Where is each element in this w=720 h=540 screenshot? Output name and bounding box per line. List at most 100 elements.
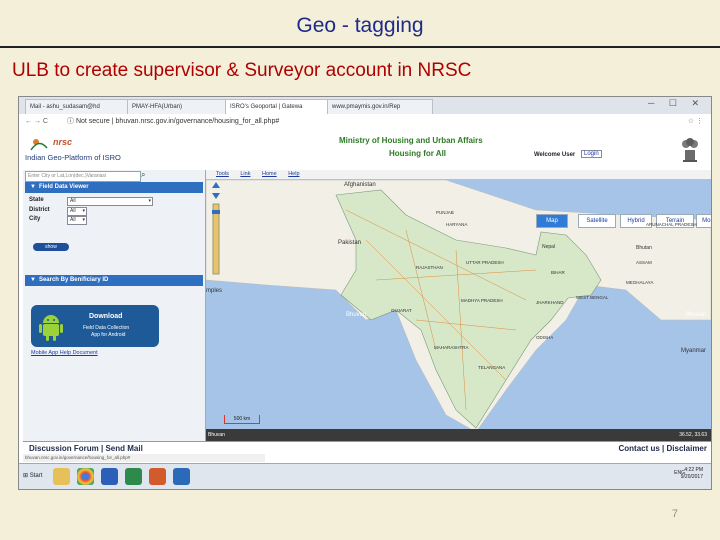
browser-tab[interactable]: ISRO's Geoportal | Gatewa	[225, 99, 331, 115]
map-zoom-control[interactable]	[210, 180, 222, 280]
title-rule	[0, 46, 720, 48]
chevron-down-icon: ▾	[82, 208, 85, 214]
location-search-input[interactable]: Enter City or Lat,Lon(dec.)Varanasi	[25, 171, 141, 182]
map-label: Afghanistan	[344, 182, 376, 188]
map-label: ODISHA	[536, 335, 554, 340]
map-label: MADHYA PRADESH	[461, 298, 503, 303]
link-link[interactable]: Link	[240, 171, 250, 177]
beneficiary-search-header[interactable]: ▼ Search By Benificiary ID	[25, 275, 203, 286]
discussion-links[interactable]: Discussion Forum | Send Mail	[29, 444, 143, 453]
map-type-satellite[interactable]: Satellite	[578, 214, 616, 228]
map-area[interactable]: Tools Link Home Help Map Satellite Hybri…	[206, 170, 711, 441]
login-button[interactable]: Login	[581, 150, 602, 158]
program-title: Housing for All	[389, 149, 447, 158]
section-title: Search By Benificiary ID	[38, 277, 109, 283]
browser-screenshot: Mail - ashu_sudasam@hd PMAY-HFA(Urban) I…	[18, 96, 712, 490]
map-label: WEST BENGAL	[576, 295, 609, 300]
map-label: Myanmar	[681, 348, 707, 354]
map-label: ARUNACHAL PRADESH	[646, 222, 697, 227]
bookmark-star-icon[interactable]: ☆ ⋮	[688, 114, 703, 130]
excel-icon[interactable]	[125, 468, 142, 485]
show-button[interactable]: show	[33, 243, 69, 251]
powerpoint-icon[interactable]	[149, 468, 166, 485]
download-subtitle-1: Field Data Collection	[83, 325, 130, 331]
tab-bar: Mail - ashu_sudasam@hd PMAY-HFA(Urban) I…	[19, 97, 711, 115]
url-value: bhuvan.nrsc.gov.in/governance/housing_fo…	[115, 118, 280, 125]
slide-page-number: 7	[671, 508, 678, 520]
tab-label: PMAY-HFA(Urban)	[132, 104, 183, 110]
download-app-card[interactable]: Download Field Data Collection App for A…	[31, 305, 159, 347]
clock-time: 4:22 PM	[684, 467, 703, 473]
map-label: HARYANA	[446, 222, 468, 227]
map-label: GUJARAT	[391, 308, 412, 313]
android-icon	[39, 315, 63, 341]
map-label: PUNJAB	[436, 210, 454, 215]
collapse-arrow-icon: ▼	[30, 277, 36, 283]
browser-tab[interactable]: PMAY-HFA(Urban)	[127, 99, 229, 115]
map-watermark: Bhuvan	[686, 312, 707, 318]
map-label: JHARKHAND	[536, 300, 564, 305]
nav-arrows-icon[interactable]: ← → C	[25, 114, 48, 130]
city-select[interactable]: All ▾	[67, 216, 87, 225]
section-title: Field Data Viewer	[38, 184, 89, 190]
map-label: MEGHALAYA	[626, 280, 654, 285]
window-controls[interactable]: ─ ☐ ✕	[648, 98, 705, 109]
url-security: Not secure	[75, 118, 110, 125]
tab-label: www.pmaymis.gov.in/Rep	[332, 104, 401, 110]
map-label: ASSAM	[636, 260, 652, 265]
map-label: BIHAR	[551, 270, 565, 275]
app-help-link[interactable]: Mobile App Help Document	[31, 350, 98, 356]
national-emblem-icon	[682, 138, 698, 162]
folder-icon[interactable]	[53, 468, 70, 485]
map-type-map[interactable]: Map	[536, 214, 568, 228]
state-value: All	[70, 198, 76, 204]
map-watermark: Bhuvan	[346, 312, 367, 318]
map-label: TELANGANA	[478, 365, 506, 370]
chevron-down-icon: ▾	[148, 198, 151, 204]
map-label: MAHARASHTRA	[434, 345, 469, 350]
address-bar[interactable]: ← → C ⓘ Not secure | bhuvan.nrsc.gov.in/…	[19, 114, 711, 131]
clock-date: 9/20/2017	[680, 474, 703, 480]
outlook-icon[interactable]	[173, 468, 190, 485]
district-select[interactable]: All ▾	[67, 207, 87, 216]
tab-label: ISRO's Geoportal | Gatewa	[230, 104, 303, 110]
search-icon[interactable]: ⌕	[141, 170, 145, 180]
url-text[interactable]: ⓘ Not secure | bhuvan.nrsc.gov.in/govern…	[67, 114, 279, 130]
collapse-arrow-icon: ▼	[30, 184, 36, 190]
map-footer-brand: Bhuvan	[208, 432, 225, 438]
help-link[interactable]: Help	[288, 171, 299, 177]
slide-title: Geo - tagging	[296, 14, 424, 37]
map-label: Pakistan	[338, 240, 362, 246]
state-label: State	[29, 197, 44, 203]
system-clock[interactable]: 4:22 PM 9/20/2017	[681, 467, 703, 481]
district-label: District	[29, 207, 50, 213]
download-subtitle-2: App for Android	[91, 332, 126, 338]
tools-link[interactable]: Tools	[216, 171, 229, 177]
site-footer: Discussion Forum | Send Mail Contact us …	[23, 441, 711, 455]
map-side-label: mples	[206, 288, 223, 294]
map-type-more[interactable]: More	[696, 214, 711, 228]
welcome-text: Welcome User	[534, 152, 576, 158]
browser-tab[interactable]: Mail - ashu_sudasam@hd	[25, 99, 131, 115]
contact-links[interactable]: Contact us | Disclaimer	[619, 444, 708, 453]
download-title: Download	[89, 313, 123, 320]
browser-tab[interactable]: www.pmaymis.gov.in/Rep	[327, 99, 433, 115]
home-link[interactable]: Home	[262, 171, 277, 177]
tab-label: Mail - ashu_sudasam@hd	[30, 104, 100, 110]
state-select[interactable]: All ▾	[67, 197, 153, 206]
map-scale: 500 km	[224, 415, 260, 424]
slide-subtitle: ULB to create supervisor & Surveyor acco…	[12, 60, 472, 81]
site-header: nrsc Indian Geo-Platform of ISRO Ministr…	[19, 130, 711, 170]
start-button[interactable]: ⊞ Start	[23, 469, 49, 484]
ministry-title: Ministry of Housing and Urban Affairs	[339, 136, 483, 145]
start-label: Start	[29, 473, 43, 479]
chrome-icon[interactable]	[77, 468, 94, 485]
city-value: All	[70, 217, 76, 223]
nrsc-logo-icon	[30, 139, 48, 151]
map-label: Nepal	[542, 244, 556, 250]
field-data-viewer-header[interactable]: ▼ Field Data Viewer	[25, 182, 203, 193]
browser-status-url: bhuvan.nrsc.gov.in/governance/housing_fo…	[23, 454, 265, 462]
india-map[interactable]	[206, 170, 711, 441]
map-label: UTTAR PRADESH	[466, 260, 504, 265]
word-icon[interactable]	[101, 468, 118, 485]
